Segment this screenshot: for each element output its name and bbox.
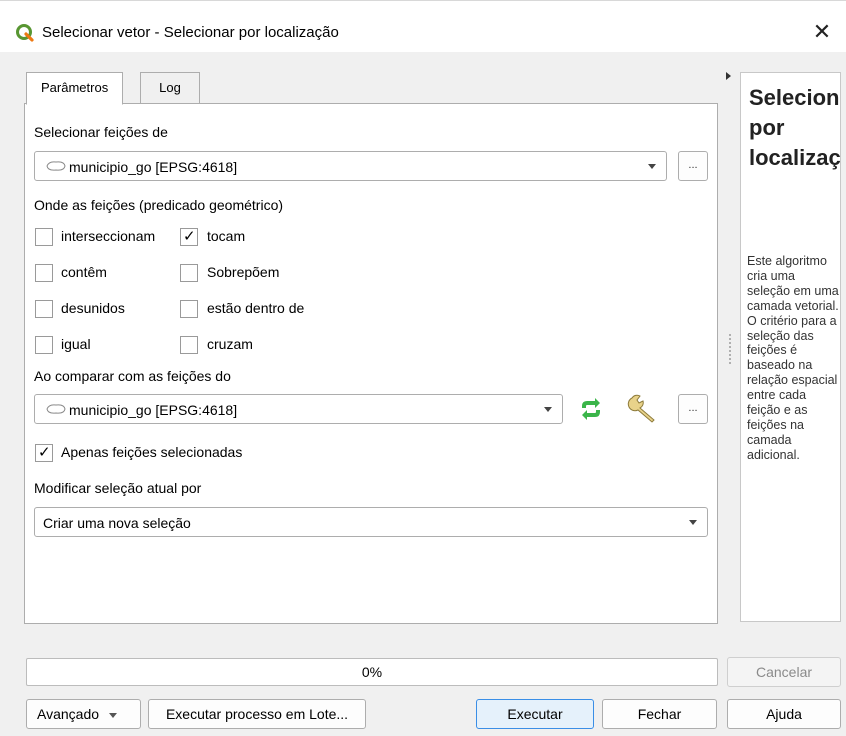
only-selected-label: Apenas feições selecionadas (61, 444, 243, 460)
checkbox-sobrepoem[interactable] (180, 264, 198, 282)
predicate-label: Onde as feições (predicado geométrico) (34, 197, 284, 213)
checkbox-tocam[interactable]: ✓ (180, 228, 198, 246)
select-from-label: Selecionar feições de (34, 124, 168, 140)
checkbox-interseccionam[interactable] (35, 228, 53, 246)
refresh-icon[interactable] (578, 397, 604, 421)
compare-combo[interactable]: municipio_go [EPSG:4618] (34, 394, 563, 424)
tab-log[interactable]: Log (140, 72, 200, 104)
advanced-button[interactable]: Avançado (26, 699, 141, 729)
close-icon[interactable]: ✕ (808, 18, 836, 46)
modify-value: Criar uma nova seleção (43, 515, 191, 531)
progress-text: 0% (361, 664, 383, 680)
compare-label: Ao comparar com as feições do (34, 368, 231, 384)
run-button[interactable]: Executar (476, 699, 594, 729)
polygon-layer-icon (46, 404, 66, 414)
splitter-handle[interactable] (729, 334, 731, 364)
help-panel: Selecionar por localização Este algoritm… (740, 72, 841, 622)
batch-button[interactable]: Executar processo em Lote... (148, 699, 366, 729)
checkbox-estao-dentro-de[interactable] (180, 300, 198, 318)
close-button[interactable]: Fechar (602, 699, 717, 729)
checkbox-label-cruzam: cruzam (207, 336, 253, 352)
select-from-options-button[interactable]: ... (678, 151, 708, 181)
tab-parametros[interactable]: Parâmetros (26, 72, 124, 105)
help-description: Este algoritmo cria uma seleção em uma c… (747, 254, 839, 462)
checkbox-apenas-selecionadas[interactable]: ✓ (35, 444, 53, 462)
chevron-down-icon (689, 520, 697, 525)
checkbox-cruzam[interactable] (180, 336, 198, 354)
tab-content: Selecionar feições de municipio_go [EPSG… (24, 103, 718, 624)
select-from-combo[interactable]: municipio_go [EPSG:4618] (34, 151, 667, 181)
help-heading: Selecionar por localização (749, 85, 841, 170)
checkbox-label-tocam: tocam (207, 228, 246, 244)
checkbox-label-contem: contêm (61, 264, 107, 280)
qgis-icon (16, 24, 34, 42)
checkbox-label-sobrepoem: Sobrepõem (207, 264, 280, 280)
checkbox-contem[interactable] (35, 264, 53, 282)
progress-bar: 0% (26, 658, 718, 686)
checkbox-label-interseccionam: interseccionam (61, 228, 156, 244)
chevron-down-icon (648, 164, 656, 169)
help-button[interactable]: Ajuda (727, 699, 841, 729)
compare-options-button[interactable]: ... (678, 394, 708, 424)
chevron-down-icon (109, 712, 118, 718)
checkmark-icon: ✓ (38, 444, 51, 461)
chevron-down-icon (544, 407, 552, 412)
advanced-label: Avançado (37, 706, 100, 722)
collapse-arrow-icon[interactable] (726, 72, 731, 80)
checkbox-igual[interactable] (35, 336, 53, 354)
checkbox-label-estao-dentro-de: estão dentro de (207, 300, 305, 316)
title-bar: Selecionar vetor - Selecionar por locali… (0, 0, 846, 52)
checkbox-label-igual: igual (61, 336, 91, 352)
window-title: Selecionar vetor - Selecionar por locali… (42, 24, 339, 41)
polygon-layer-icon (46, 161, 66, 171)
wrench-icon[interactable] (626, 392, 660, 424)
select-from-value: municipio_go [EPSG:4618] (69, 159, 238, 175)
compare-value: municipio_go [EPSG:4618] (69, 402, 238, 418)
checkmark-icon: ✓ (183, 228, 196, 245)
parameters-panel: Parâmetros Log Selecionar feições de mun… (22, 72, 720, 624)
checkbox-label-desunidos: desunidos (61, 300, 125, 316)
cancel-button[interactable]: Cancelar (727, 657, 841, 687)
checkbox-desunidos[interactable] (35, 300, 53, 318)
modify-combo[interactable]: Criar uma nova seleção (34, 507, 708, 537)
modify-label: Modificar seleção atual por (34, 480, 202, 496)
